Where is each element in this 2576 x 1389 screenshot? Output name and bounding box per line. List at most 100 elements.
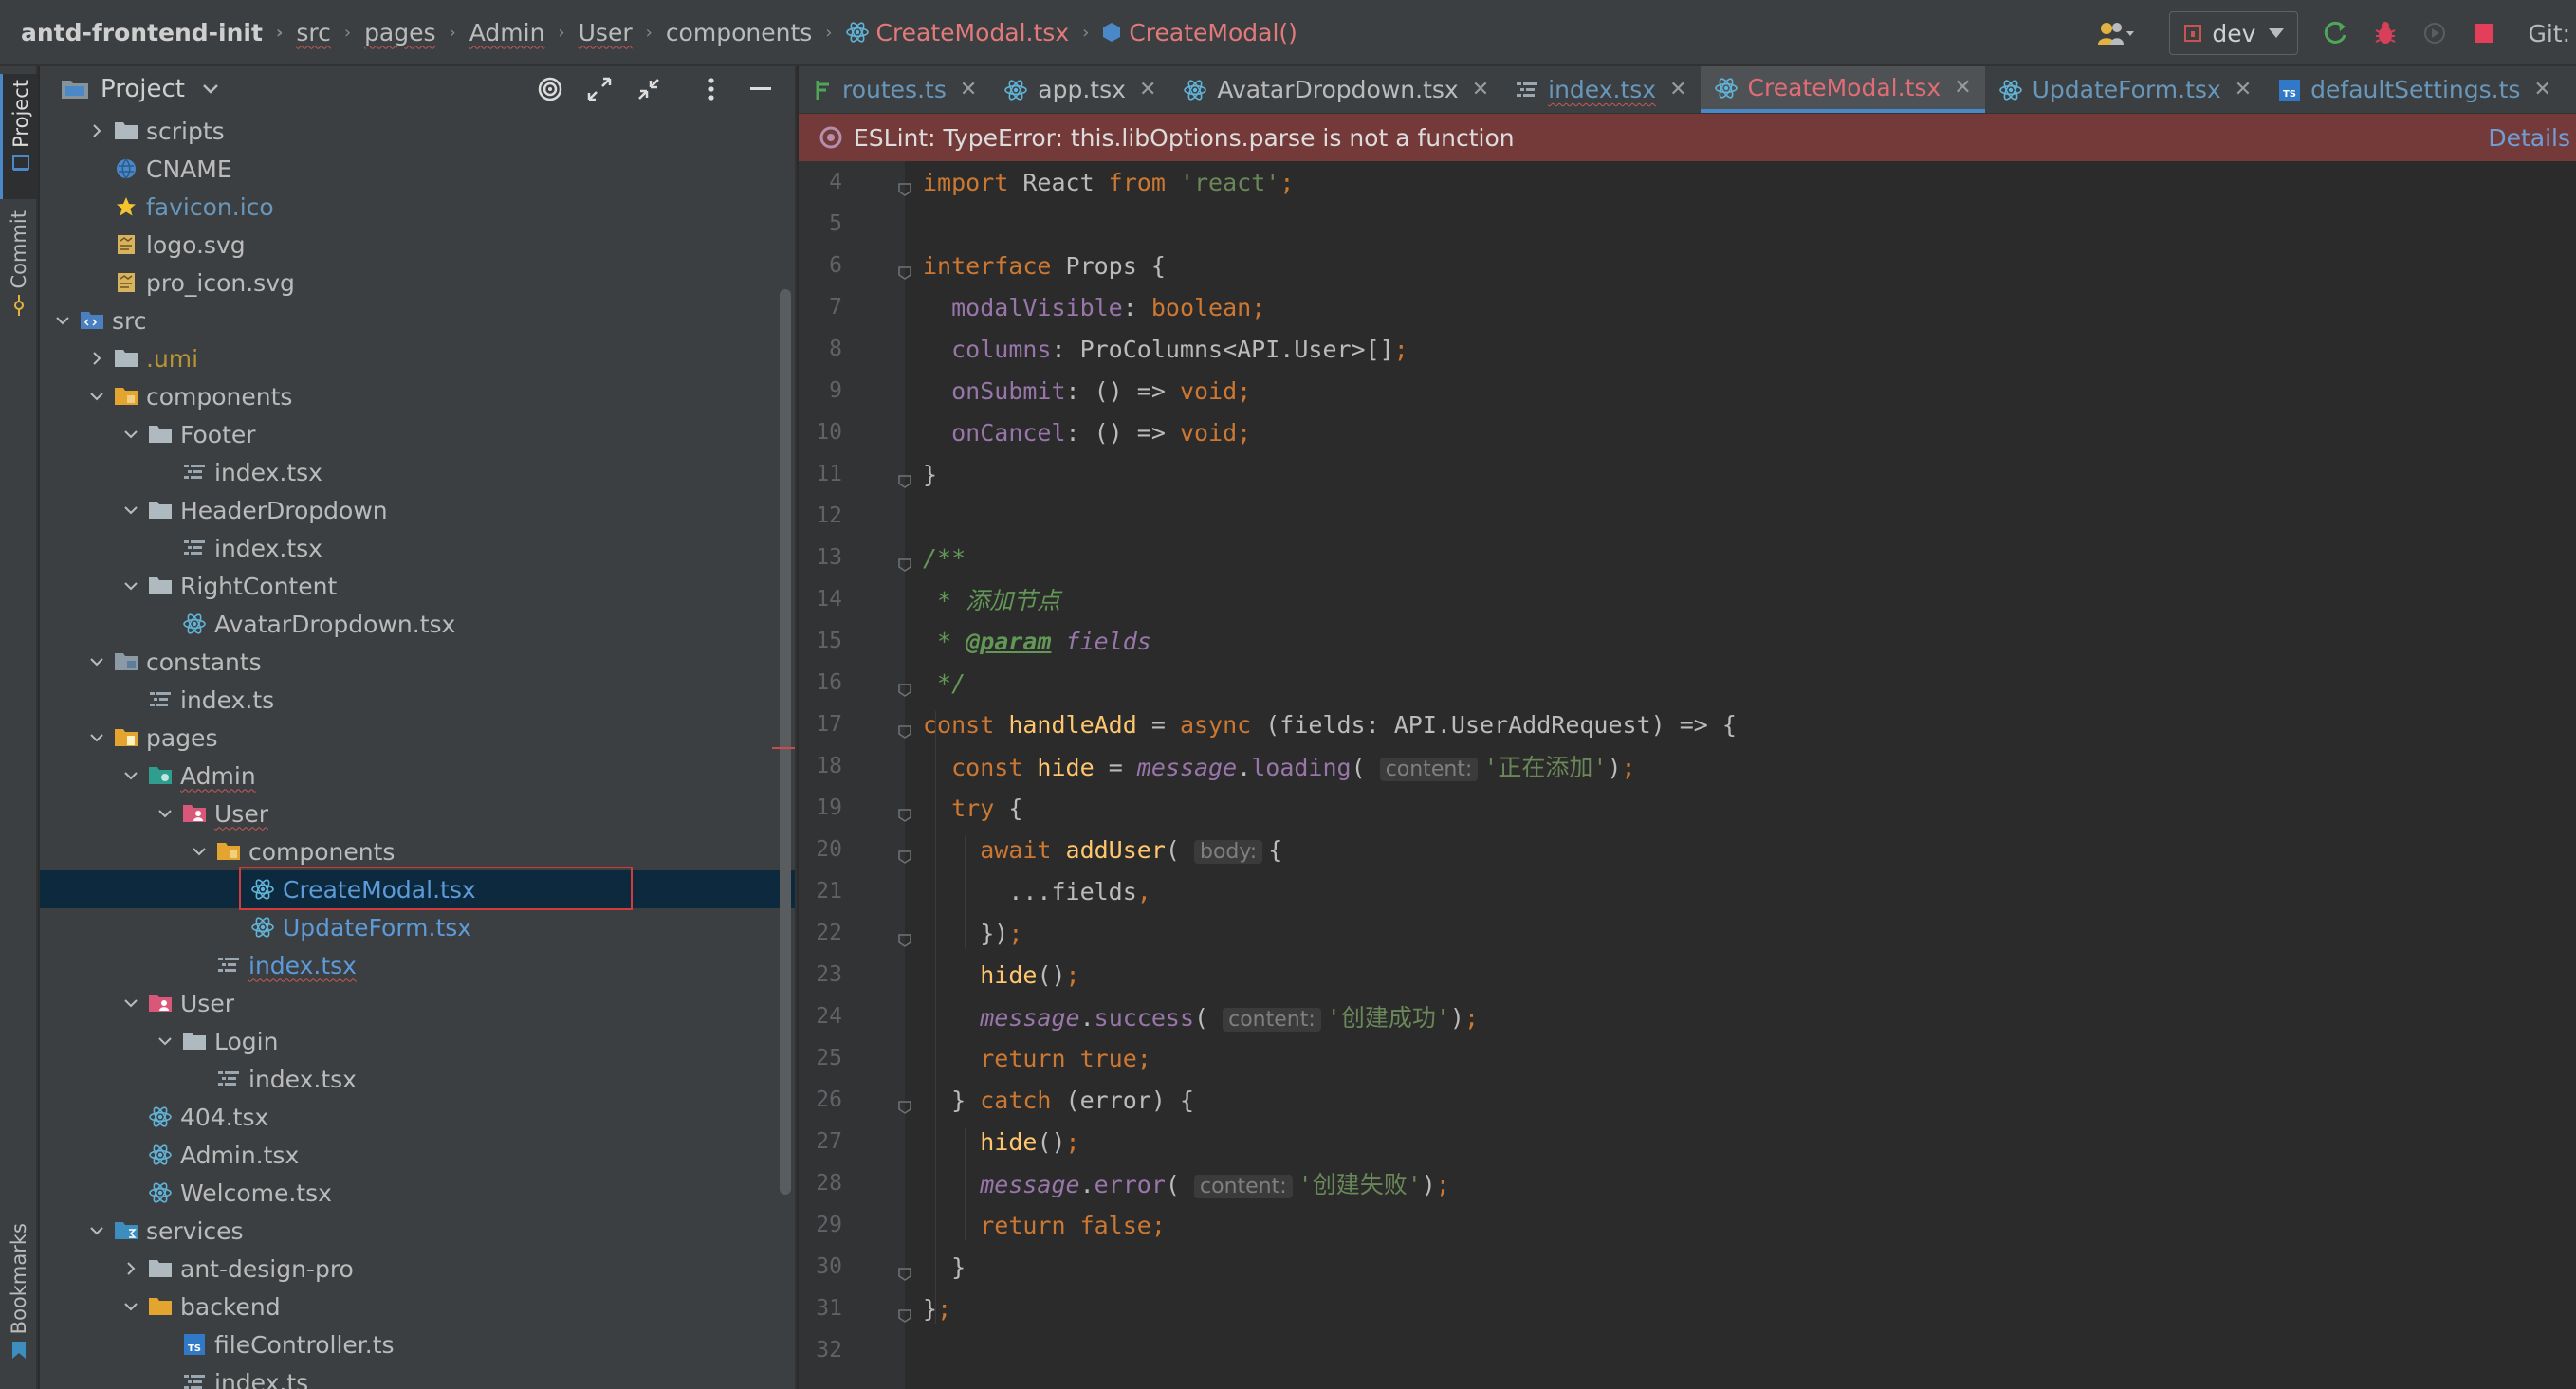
- fold-marker-icon[interactable]: [897, 842, 912, 864]
- code-line[interactable]: 5: [799, 203, 2576, 245]
- fold-marker-icon[interactable]: [897, 1259, 912, 1281]
- fold-marker-icon[interactable]: [897, 925, 912, 947]
- chevron-down-icon[interactable]: [118, 757, 144, 795]
- rerun-icon[interactable]: [2315, 12, 2357, 54]
- fold-marker-icon[interactable]: [897, 717, 912, 739]
- code-line[interactable]: 18 const hide = message.loading( content…: [799, 745, 2576, 787]
- collapse-all-icon[interactable]: [628, 68, 670, 110]
- breadcrumb-item[interactable]: User ›: [579, 0, 666, 65]
- code-line[interactable]: 21 ...fields,: [799, 870, 2576, 912]
- tree-item[interactable]: User: [40, 984, 795, 1022]
- tree-item[interactable]: services: [40, 1212, 795, 1250]
- tree-item[interactable]: src: [40, 302, 795, 339]
- fold-marker-icon[interactable]: [897, 1301, 912, 1323]
- editor-tab[interactable]: AvatarDropdown.tsx ✕: [1169, 66, 1502, 113]
- bookmarks-tool-tab[interactable]: Bookmarks: [0, 1223, 38, 1384]
- tree-item[interactable]: pro_icon.svg: [40, 264, 795, 302]
- tree-item[interactable]: UpdateForm.tsx: [40, 908, 795, 946]
- tree-item[interactable]: pages: [40, 719, 795, 757]
- run-with-coverage-icon[interactable]: [2414, 12, 2456, 54]
- chevron-down-icon[interactable]: [186, 832, 212, 870]
- code-line[interactable]: 4 import React from 'react';: [799, 161, 2576, 203]
- code-line[interactable]: 32: [799, 1329, 2576, 1371]
- project-tool-tab[interactable]: Project: [0, 74, 38, 199]
- tree-item[interactable]: Login: [40, 1022, 795, 1060]
- chevron-right-icon[interactable]: [83, 112, 110, 150]
- code-line[interactable]: 25 return true;: [799, 1037, 2576, 1079]
- code-line[interactable]: 30 }: [799, 1246, 2576, 1288]
- tree-item[interactable]: CNAME: [40, 150, 795, 188]
- close-icon[interactable]: ✕: [1669, 78, 1686, 101]
- git-label[interactable]: Git:: [2528, 20, 2570, 47]
- code-line[interactable]: 26 } catch (error) {: [799, 1079, 2576, 1121]
- fold-marker-icon[interactable]: [897, 800, 912, 822]
- code-line[interactable]: 28 message.error( content: '创建失败');: [799, 1162, 2576, 1204]
- tree-item[interactable]: RightContent: [40, 567, 795, 605]
- run-configuration-select[interactable]: dev: [2169, 11, 2299, 55]
- tree-item[interactable]: User: [40, 795, 795, 832]
- tree-item[interactable]: TS fileController.ts: [40, 1325, 795, 1363]
- tree-item[interactable]: ant-design-pro: [40, 1250, 795, 1288]
- chevron-right-icon[interactable]: [118, 1250, 144, 1288]
- tree-item[interactable]: favicon.ico: [40, 188, 795, 226]
- fold-marker-icon[interactable]: [897, 1092, 912, 1114]
- editor-tab[interactable]: index.tsx ✕: [1502, 66, 1700, 113]
- locate-target-icon[interactable]: [529, 68, 571, 110]
- fold-marker-icon[interactable]: [897, 466, 912, 488]
- chevron-down-icon[interactable]: [202, 83, 219, 95]
- editor-tab[interactable]: UpdateForm.tsx ✕: [1985, 66, 2266, 113]
- tree-item[interactable]: backend: [40, 1288, 795, 1325]
- breadcrumb-item[interactable]: antd-frontend-init ›: [21, 0, 296, 65]
- code-line[interactable]: 6 interface Props {: [799, 245, 2576, 286]
- close-icon[interactable]: ✕: [1139, 78, 1156, 101]
- code-line[interactable]: 31};: [799, 1288, 2576, 1329]
- code-line[interactable]: 19 try {: [799, 787, 2576, 829]
- breadcrumb-item[interactable]: Admin ›: [469, 0, 579, 65]
- editor-tab[interactable]: routes.ts ✕: [799, 66, 990, 113]
- tree-item[interactable]: logo.svg: [40, 226, 795, 264]
- chevron-down-icon[interactable]: [83, 377, 110, 415]
- code-line[interactable]: 14 * 添加节点: [799, 578, 2576, 620]
- tree-item[interactable]: scripts: [40, 112, 795, 150]
- chevron-down-icon[interactable]: [118, 1288, 144, 1325]
- chevron-down-icon[interactable]: [152, 795, 178, 832]
- code-line[interactable]: 24 message.success( content: '创建成功');: [799, 996, 2576, 1037]
- tree-item[interactable]: Footer: [40, 415, 795, 453]
- breadcrumb-item[interactable]: CreateModal.tsx ›: [845, 0, 1102, 65]
- code-line[interactable]: 11}: [799, 453, 2576, 495]
- code-line[interactable]: 16 */: [799, 662, 2576, 704]
- tree-item[interactable]: constants: [40, 643, 795, 681]
- fold-marker-icon[interactable]: [897, 174, 912, 196]
- chevron-down-icon[interactable]: [83, 719, 110, 757]
- tree-item[interactable]: HeaderDropdown: [40, 491, 795, 529]
- code-line[interactable]: 9 onSubmit: () => void;: [799, 370, 2576, 411]
- breadcrumb-item[interactable]: src ›: [296, 0, 364, 65]
- breadcrumb-item[interactable]: pages ›: [364, 0, 469, 65]
- tree-item[interactable]: CreateModal.tsx: [40, 867, 795, 910]
- code-line[interactable]: 8 columns: ProColumns<API.User>[];: [799, 328, 2576, 370]
- code-line[interactable]: 17 const handleAdd = async (fields: API.U…: [799, 704, 2576, 745]
- user-account-icon[interactable]: [2088, 12, 2144, 54]
- tree-item[interactable]: AvatarDropdown.tsx: [40, 605, 795, 643]
- code-line[interactable]: 12: [799, 495, 2576, 537]
- chevron-down-icon[interactable]: [83, 1212, 110, 1250]
- code-line[interactable]: 20 await addUser( body:{: [799, 829, 2576, 870]
- chevron-down-icon[interactable]: [83, 643, 110, 681]
- tree-item[interactable]: index.tsx: [40, 529, 795, 567]
- tree-item[interactable]: .umi: [40, 339, 795, 377]
- close-icon[interactable]: ✕: [1472, 78, 1489, 101]
- debug-bug-icon[interactable]: [2364, 12, 2406, 54]
- fold-marker-icon[interactable]: [897, 675, 912, 697]
- code-line[interactable]: 13 /**: [799, 537, 2576, 578]
- close-icon[interactable]: ✕: [2235, 78, 2252, 101]
- details-link[interactable]: Details: [2488, 124, 2570, 152]
- more-options-icon[interactable]: [690, 68, 732, 110]
- chevron-right-icon[interactable]: [83, 339, 110, 377]
- tree-item[interactable]: index.tsx: [40, 453, 795, 491]
- stop-icon[interactable]: [2463, 12, 2505, 54]
- editor-tab[interactable]: app.tsx ✕: [990, 66, 1169, 113]
- fold-marker-icon[interactable]: [897, 258, 912, 280]
- tree-item[interactable]: index.tsx: [40, 1060, 795, 1098]
- code-line[interactable]: 10 onCancel: () => void;: [799, 411, 2576, 453]
- tree-item[interactable]: Admin: [40, 757, 795, 795]
